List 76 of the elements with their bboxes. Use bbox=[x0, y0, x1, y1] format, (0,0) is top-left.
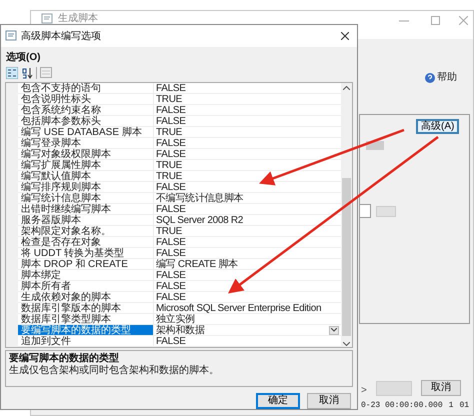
property-value: TRUE bbox=[155, 160, 184, 170]
property-value: 架构和数据 bbox=[155, 324, 206, 335]
scroll-down-icon[interactable] bbox=[343, 342, 350, 346]
property-value: FALSE bbox=[155, 270, 187, 280]
property-name[interactable]: 编写登录脚本 bbox=[18, 138, 154, 148]
property-value: FALSE bbox=[155, 280, 187, 291]
property-name[interactable]: 包含系统约束名称 bbox=[18, 104, 154, 115]
property-value: TRUE bbox=[155, 226, 184, 236]
property-name[interactable]: 脚本绑定 bbox=[18, 270, 154, 280]
scrollbar[interactable] bbox=[341, 82, 352, 347]
input-field[interactable] bbox=[359, 204, 371, 218]
cancel-button[interactable]: 取消 bbox=[421, 380, 461, 396]
property-value: Microsoft SQL Server Enterprise Edition bbox=[155, 302, 322, 313]
description-title: 要编写脚本的数据的类型 bbox=[9, 352, 120, 364]
property-name[interactable]: 编写默认值脚本 bbox=[18, 170, 154, 181]
property-value: FALSE bbox=[155, 292, 187, 302]
minimize-icon[interactable] bbox=[399, 20, 409, 22]
dialog-button[interactable]: 取消 bbox=[307, 393, 351, 409]
property-value: TRUE bbox=[155, 94, 184, 104]
property-value: FALSE bbox=[155, 182, 186, 192]
property-value: FALSE bbox=[155, 336, 187, 346]
property-name[interactable]: 脚本 DROP 和 CREATE bbox=[18, 258, 154, 269]
property-name[interactable]: 架构限定对象名称。 bbox=[18, 226, 154, 236]
property-value: 编写 CREATE 脚本 bbox=[155, 258, 239, 269]
property-value: SQL Server 2008 R2 bbox=[155, 214, 244, 225]
property-value: FALSE bbox=[155, 104, 187, 115]
property-name[interactable]: 编写 USE DATABASE 脚本 bbox=[18, 126, 154, 137]
status-cell: 0-23 00:00:00.000 bbox=[361, 400, 443, 412]
property-value: FALSE bbox=[155, 116, 187, 126]
sort-icon[interactable] bbox=[21, 66, 33, 79]
property-name[interactable]: 生成依赖对象的脚本 bbox=[18, 292, 154, 302]
property-name[interactable]: 脚本所有者 bbox=[18, 280, 154, 291]
property-name[interactable]: 要编写脚本的数据的类型 bbox=[18, 324, 154, 335]
property-value: 独立实例 bbox=[155, 314, 196, 324]
property-name[interactable]: 数据库引擎版本的脚本 bbox=[18, 302, 154, 313]
property-value: FALSE bbox=[155, 248, 187, 258]
property-name[interactable]: 出错时继续编写脚本 bbox=[18, 204, 154, 214]
property-name[interactable]: 服务器版脚本 bbox=[18, 214, 154, 225]
property-value: FALSE bbox=[155, 204, 187, 214]
advanced-button[interactable]: 高级(A) bbox=[416, 119, 460, 134]
property-name[interactable]: 编写对象级权限脚本 bbox=[18, 148, 154, 159]
property-name[interactable]: 包括脚本参数标头 bbox=[18, 116, 154, 126]
property-name[interactable]: 包含说明性标头 bbox=[18, 94, 154, 104]
property-value: FALSE bbox=[155, 148, 187, 159]
status-cell: 1 bbox=[448, 400, 454, 412]
property-name[interactable]: 数据库引擎类型脚本 bbox=[18, 314, 154, 324]
dialog-title: 高级脚本编写选项 bbox=[21, 30, 101, 44]
property-value: 不编写统计信息脚本 bbox=[155, 192, 244, 203]
categorized-icon[interactable] bbox=[6, 66, 18, 79]
property-value: FALSE bbox=[155, 236, 187, 247]
description-text: 生成仅包含架构或同时包含架构和数据的脚本。 bbox=[9, 364, 220, 377]
property-value: FALSE bbox=[155, 138, 187, 148]
section-label: 选项(O) bbox=[6, 53, 42, 63]
dialog-button[interactable]: 确定 bbox=[256, 393, 300, 409]
window-icon bbox=[5, 30, 17, 42]
status-cell: 01 bbox=[459, 400, 470, 412]
property-name[interactable]: 编写排序规则脚本 bbox=[18, 182, 154, 192]
property-name[interactable]: 包含不支持的语句 bbox=[18, 82, 154, 93]
property-value: TRUE bbox=[155, 170, 184, 181]
maximize-icon[interactable] bbox=[431, 16, 440, 25]
scroll-thumb[interactable] bbox=[342, 178, 351, 336]
property-name[interactable]: 检查是否存在对象 bbox=[18, 236, 154, 247]
window-title: 生成脚本 bbox=[58, 13, 98, 24]
property-name[interactable]: 编写扩展属性脚本 bbox=[18, 160, 154, 170]
close-icon[interactable] bbox=[341, 32, 349, 40]
property-pages-icon[interactable] bbox=[40, 67, 52, 78]
property-name[interactable]: 将 UDDT 转换为基类型 bbox=[18, 248, 154, 258]
help-icon bbox=[425, 72, 435, 82]
help-link[interactable]: 帮助 bbox=[425, 70, 457, 85]
scroll-up-icon[interactable] bbox=[343, 86, 350, 90]
property-name[interactable]: 追加到文件 bbox=[18, 336, 154, 346]
next-arrow[interactable]: > bbox=[361, 383, 367, 398]
property-name[interactable]: 编写统计信息脚本 bbox=[18, 192, 154, 203]
dropdown-button[interactable] bbox=[329, 326, 339, 335]
property-value: FALSE bbox=[155, 82, 187, 93]
property-value: TRUE bbox=[155, 126, 184, 137]
